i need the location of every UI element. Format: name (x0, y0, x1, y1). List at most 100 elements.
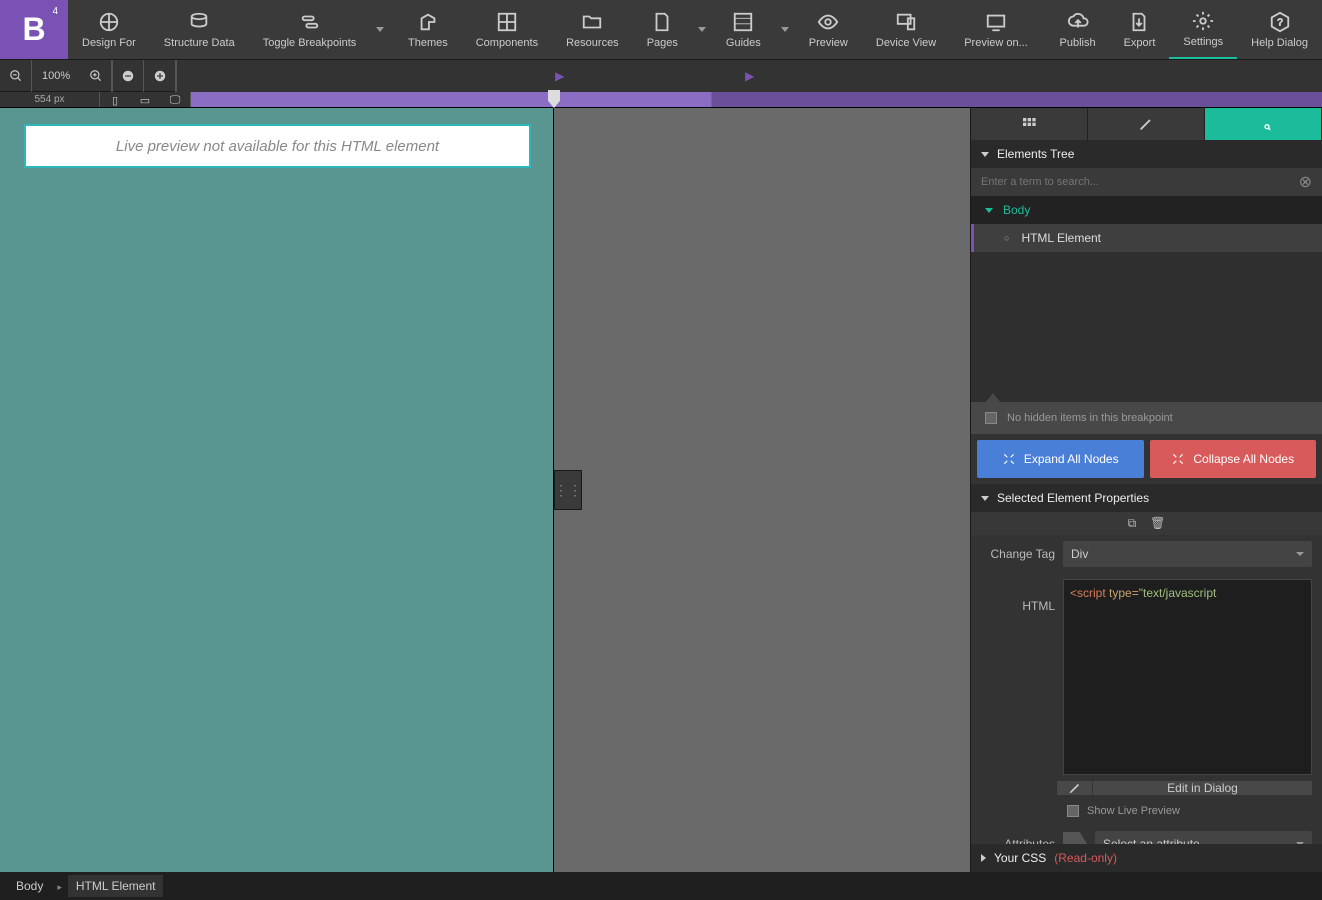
resources-label: Resources (566, 37, 619, 49)
collapse-all-button[interactable]: Collapse All Nodes (1150, 440, 1317, 478)
zoom-toolbar: 100% ▶ ▶ (0, 60, 1322, 92)
canvas-area[interactable]: Live preview not available for this HTML… (0, 108, 970, 872)
structure-data-button[interactable]: Structure Data (150, 0, 249, 59)
expand-all-button[interactable]: Expand All Nodes (977, 440, 1144, 478)
properties-title: Selected Element Properties (997, 491, 1149, 505)
app-logo: B 4 (0, 0, 68, 59)
toggle-breakpoints-button[interactable]: Toggle Breakpoints (249, 0, 371, 59)
logo-letter: B (22, 11, 45, 48)
tree-search-input[interactable] (981, 176, 1299, 188)
guides-dropdown[interactable] (775, 0, 795, 59)
settings-button[interactable]: Settings (1169, 0, 1237, 59)
your-css-header[interactable]: Your CSS (Read-only) (971, 844, 1322, 872)
design-for-button[interactable]: Design For (68, 0, 150, 59)
html-code-editor[interactable]: <script type="text/javascript (1063, 579, 1312, 775)
tree-body-label: Body (1003, 203, 1030, 217)
settings-label: Settings (1183, 36, 1223, 48)
device-view-label: Device View (876, 37, 936, 49)
breakpoint-ruler[interactable]: ▶ ▶ (176, 60, 1322, 92)
pages-dropdown[interactable] (692, 0, 712, 59)
hidden-items-row: No hidden items in this breakpoint (971, 402, 1322, 434)
show-preview-label: Show Live Preview (1087, 805, 1180, 817)
logo-version: 4 (52, 6, 58, 17)
right-panel: Elements Tree ⊗ Body HTML Element No hid… (970, 108, 1322, 872)
edit-dialog-row: Edit in Dialog (1057, 781, 1312, 795)
show-preview-row: Show Live Preview (971, 801, 1322, 825)
zoom-out-icon[interactable] (0, 60, 32, 92)
hidden-items-checkbox[interactable] (985, 412, 997, 424)
mobile-icon[interactable]: ▯ (100, 92, 130, 108)
tree-html-element-node[interactable]: HTML Element (971, 224, 1322, 252)
crumb-html-element[interactable]: HTML Element (68, 875, 164, 897)
delete-icon[interactable]: 🗑 (1150, 516, 1165, 531)
plus-icon[interactable] (144, 60, 176, 92)
code-attr: type= (1106, 586, 1139, 600)
attr-select-value: Select an attribute (1103, 837, 1200, 844)
breadcrumb-bar: Body HTML Element (0, 872, 1322, 900)
tablet-icon[interactable]: ▭ (130, 92, 160, 108)
properties-panel: Change Tag Div HTML <script type="text/j… (971, 535, 1322, 844)
chevron-right-icon (57, 879, 62, 893)
clear-search-icon[interactable]: ⊗ (1299, 172, 1312, 192)
pages-button[interactable]: Pages (633, 0, 692, 59)
preview-button[interactable]: Preview (795, 0, 862, 59)
attributes-row: Attributes Select an attribute (971, 825, 1322, 844)
expand-label: Expand All Nodes (1024, 452, 1119, 466)
preview-on-button[interactable]: Preview on... (950, 0, 1042, 59)
design-for-label: Design For (82, 37, 136, 49)
help-label: Help Dialog (1251, 37, 1308, 49)
zoom-level: 100% (32, 70, 80, 82)
resources-button[interactable]: Resources (552, 0, 633, 59)
html-label: HTML (981, 579, 1055, 613)
device-icons-group: ▯ ▭ 🖵 (100, 92, 191, 107)
breakpoints-label: Toggle Breakpoints (263, 37, 357, 49)
breakpoints-dropdown[interactable] (370, 0, 390, 59)
ruler-handle[interactable] (548, 90, 560, 108)
tree-body-node[interactable]: Body (971, 196, 1322, 224)
components-button[interactable]: Components (462, 0, 552, 59)
edit-tab[interactable] (1088, 108, 1205, 140)
themes-label: Themes (408, 37, 448, 49)
change-tag-row: Change Tag Div (971, 535, 1322, 573)
tag-icon[interactable] (1063, 832, 1087, 844)
help-button[interactable]: ?Help Dialog (1237, 0, 1322, 59)
tag-value: Div (1071, 547, 1088, 561)
tree-html-label: HTML Element (1021, 231, 1101, 245)
elements-tree-title: Elements Tree (997, 147, 1074, 161)
properties-header[interactable]: Selected Element Properties (971, 484, 1322, 512)
ruler-bar[interactable] (191, 92, 1322, 107)
zoom-in-icon[interactable] (80, 60, 112, 92)
attribute-select[interactable]: Select an attribute (1095, 831, 1312, 844)
collapse-label: Collapse All Nodes (1193, 452, 1294, 466)
tree-search-row: ⊗ (971, 168, 1322, 196)
change-tag-select[interactable]: Div (1063, 541, 1312, 567)
tree-buttons: Expand All Nodes Collapse All Nodes (971, 434, 1322, 484)
crumb-body[interactable]: Body (8, 875, 51, 897)
pencil-icon[interactable] (1057, 781, 1093, 795)
export-button[interactable]: Export (1110, 0, 1170, 59)
duplicate-icon[interactable]: ⧉ (1128, 516, 1137, 531)
element-actions-row: ⧉ 🗑 (971, 512, 1322, 535)
code-tag: <script (1070, 586, 1106, 600)
publish-button[interactable]: Publish (1046, 0, 1110, 59)
themes-button[interactable]: Themes (394, 0, 462, 59)
css-title: Your CSS (994, 851, 1046, 865)
minus-icon[interactable] (112, 60, 144, 92)
main-area: Live preview not available for this HTML… (0, 108, 1322, 872)
show-preview-checkbox[interactable] (1067, 805, 1079, 817)
grid-tab[interactable] (971, 108, 1088, 140)
elements-tree-header[interactable]: Elements Tree (971, 140, 1322, 168)
selected-element-notice[interactable]: Live preview not available for this HTML… (24, 124, 531, 168)
size-ruler: 554 px ▯ ▭ 🖵 (0, 92, 1322, 108)
desktop-icon[interactable]: 🖵 (160, 92, 190, 108)
preview-notice-text: Live preview not available for this HTML… (116, 138, 439, 155)
device-view-button[interactable]: Device View (862, 0, 950, 59)
guides-button[interactable]: Guides (712, 0, 775, 59)
resize-handle[interactable]: ⋮⋮ (554, 470, 582, 510)
edit-in-dialog-button[interactable]: Edit in Dialog (1093, 781, 1312, 795)
attributes-label: Attributes (981, 837, 1055, 844)
pages-label: Pages (647, 37, 678, 49)
tree-search-tab[interactable] (1205, 108, 1322, 140)
hidden-items-label: No hidden items in this breakpoint (1007, 412, 1173, 424)
html-code-row: HTML <script type="text/javascript (971, 573, 1322, 781)
